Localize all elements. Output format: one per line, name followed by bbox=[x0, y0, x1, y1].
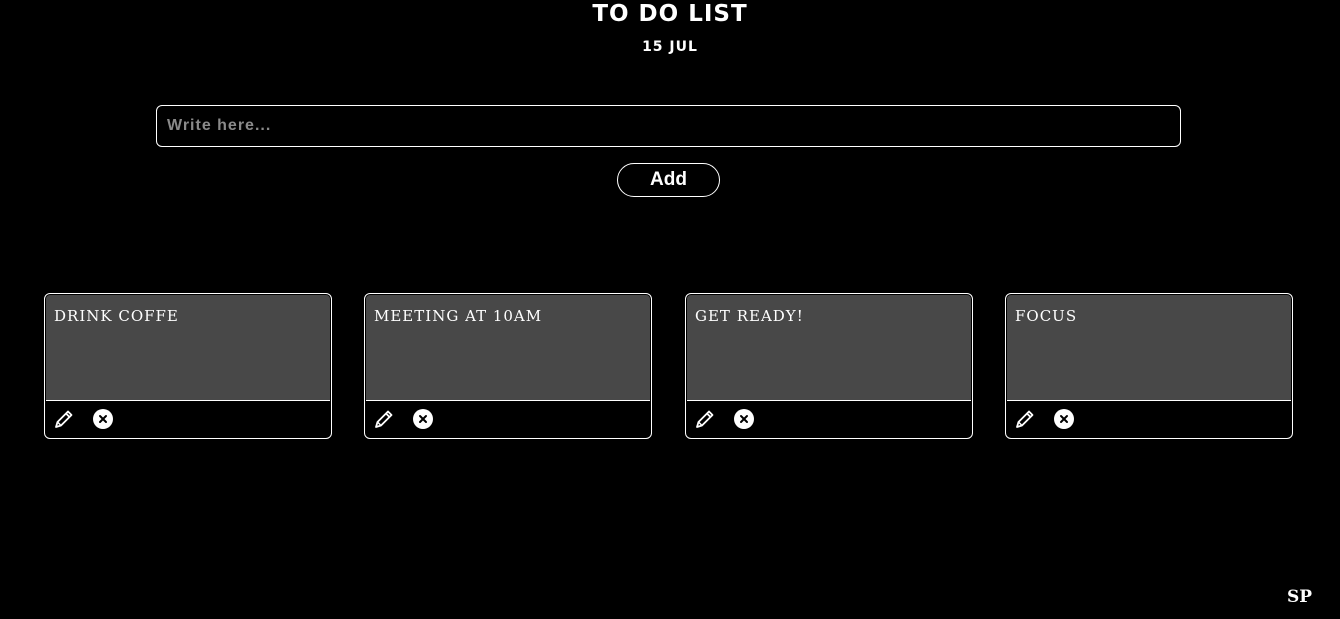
task-text: GET READY! bbox=[695, 307, 804, 325]
edit-button[interactable] bbox=[373, 408, 395, 430]
task-card-body: MEETING AT 10AM bbox=[366, 295, 650, 401]
date-label: 15 JUL bbox=[642, 39, 698, 55]
pencil-icon bbox=[375, 410, 393, 428]
pencil-icon bbox=[55, 410, 73, 428]
task-actions bbox=[694, 407, 754, 431]
task-card: DRINK COFFE bbox=[44, 293, 332, 439]
add-button[interactable]: Add bbox=[617, 163, 720, 197]
task-card-body: FOCUS bbox=[1007, 295, 1291, 401]
close-icon bbox=[99, 415, 107, 423]
close-icon bbox=[419, 415, 427, 423]
task-card-body: DRINK COFFE bbox=[46, 295, 330, 401]
task-card: GET READY! bbox=[685, 293, 973, 439]
task-input[interactable] bbox=[156, 105, 1181, 147]
edit-button[interactable] bbox=[1014, 408, 1036, 430]
edit-button[interactable] bbox=[53, 408, 75, 430]
logo: SP bbox=[1286, 587, 1312, 607]
task-card: FOCUS bbox=[1005, 293, 1293, 439]
pencil-icon bbox=[696, 410, 714, 428]
task-actions bbox=[373, 407, 433, 431]
close-icon bbox=[740, 415, 748, 423]
edit-button[interactable] bbox=[694, 408, 716, 430]
task-actions bbox=[1014, 407, 1074, 431]
task-list: DRINK COFFE MEETING AT 10AM GET READY! F… bbox=[44, 293, 1294, 439]
page-title: TO DO LIST bbox=[592, 1, 748, 27]
task-text: DRINK COFFE bbox=[54, 307, 179, 325]
task-input-wrapper bbox=[156, 105, 1181, 147]
task-card-body: GET READY! bbox=[687, 295, 971, 401]
close-icon bbox=[1060, 415, 1068, 423]
delete-button[interactable] bbox=[413, 409, 433, 429]
task-text: MEETING AT 10AM bbox=[374, 307, 543, 325]
delete-button[interactable] bbox=[93, 409, 113, 429]
pencil-icon bbox=[1016, 410, 1034, 428]
delete-button[interactable] bbox=[734, 409, 754, 429]
todo-page: TO DO LIST 15 JUL Add DRINK COFFE bbox=[0, 0, 1340, 619]
task-text: FOCUS bbox=[1015, 307, 1078, 325]
task-card: MEETING AT 10AM bbox=[364, 293, 652, 439]
delete-button[interactable] bbox=[1054, 409, 1074, 429]
task-actions bbox=[53, 407, 113, 431]
